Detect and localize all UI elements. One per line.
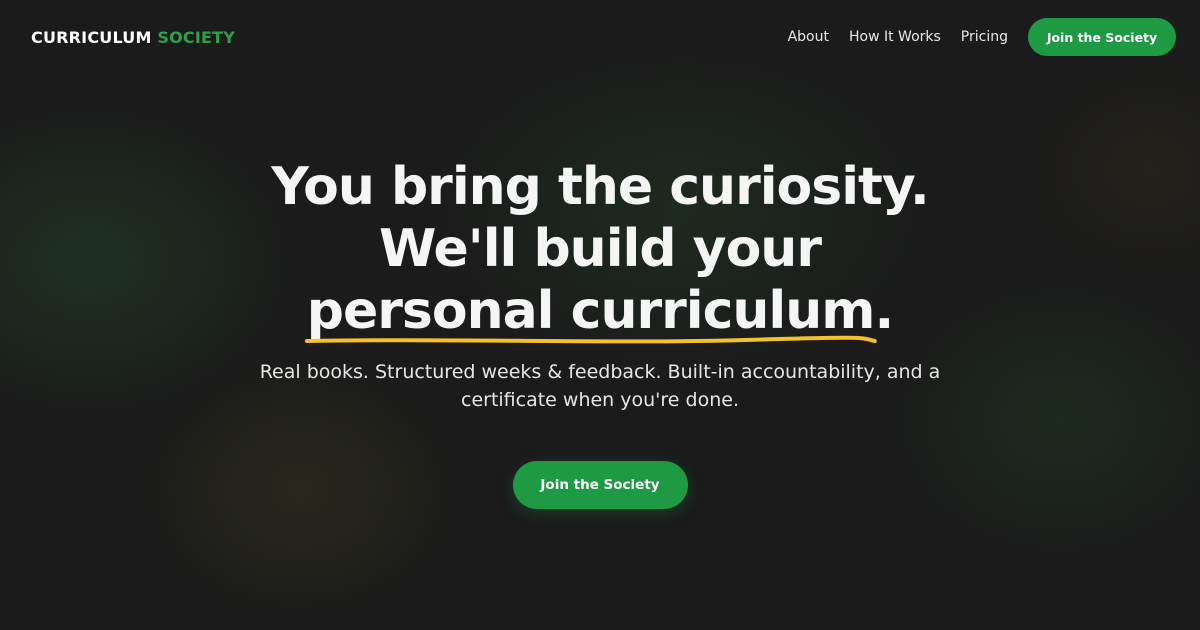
top-nav: About How It Works Pricing Join the Soci… — [788, 18, 1176, 56]
headline-highlight: personal curriculum — [304, 280, 877, 344]
yellow-underline — [304, 335, 877, 344]
hero-subheadline: Real books. Structured weeks & feedback.… — [259, 361, 941, 411]
headline-line-3: personal curriculum. — [0, 280, 1200, 344]
hero-join-button[interactable]: Join the Society — [512, 461, 688, 509]
hero-section: You bring the curiosity. We'll build you… — [0, 156, 1200, 509]
nav-join-button[interactable]: Join the Society — [1028, 18, 1176, 56]
headline-period: . — [874, 281, 894, 341]
landing-page: CURRICULUM SOCIETY About How It Works Pr… — [0, 0, 1200, 630]
nav-link-pricing[interactable]: Pricing — [961, 29, 1008, 45]
nav-link-how-it-works[interactable]: How It Works — [849, 29, 941, 45]
brand-logo[interactable]: CURRICULUM SOCIETY — [31, 28, 235, 47]
brand-name-part2: SOCIETY — [157, 28, 236, 47]
headline-highlight-text: personal curriculum — [306, 281, 876, 341]
nav-link-about[interactable]: About — [788, 29, 829, 45]
hero-headline: You bring the curiosity. We'll build you… — [0, 156, 1200, 344]
brand-name-part1: CURRICULUM — [31, 28, 152, 47]
headline-line-1: You bring the curiosity. — [271, 157, 930, 217]
headline-line-2: We'll build your — [379, 219, 822, 279]
hero-cta-wrapper: Join the Society — [0, 461, 1200, 509]
